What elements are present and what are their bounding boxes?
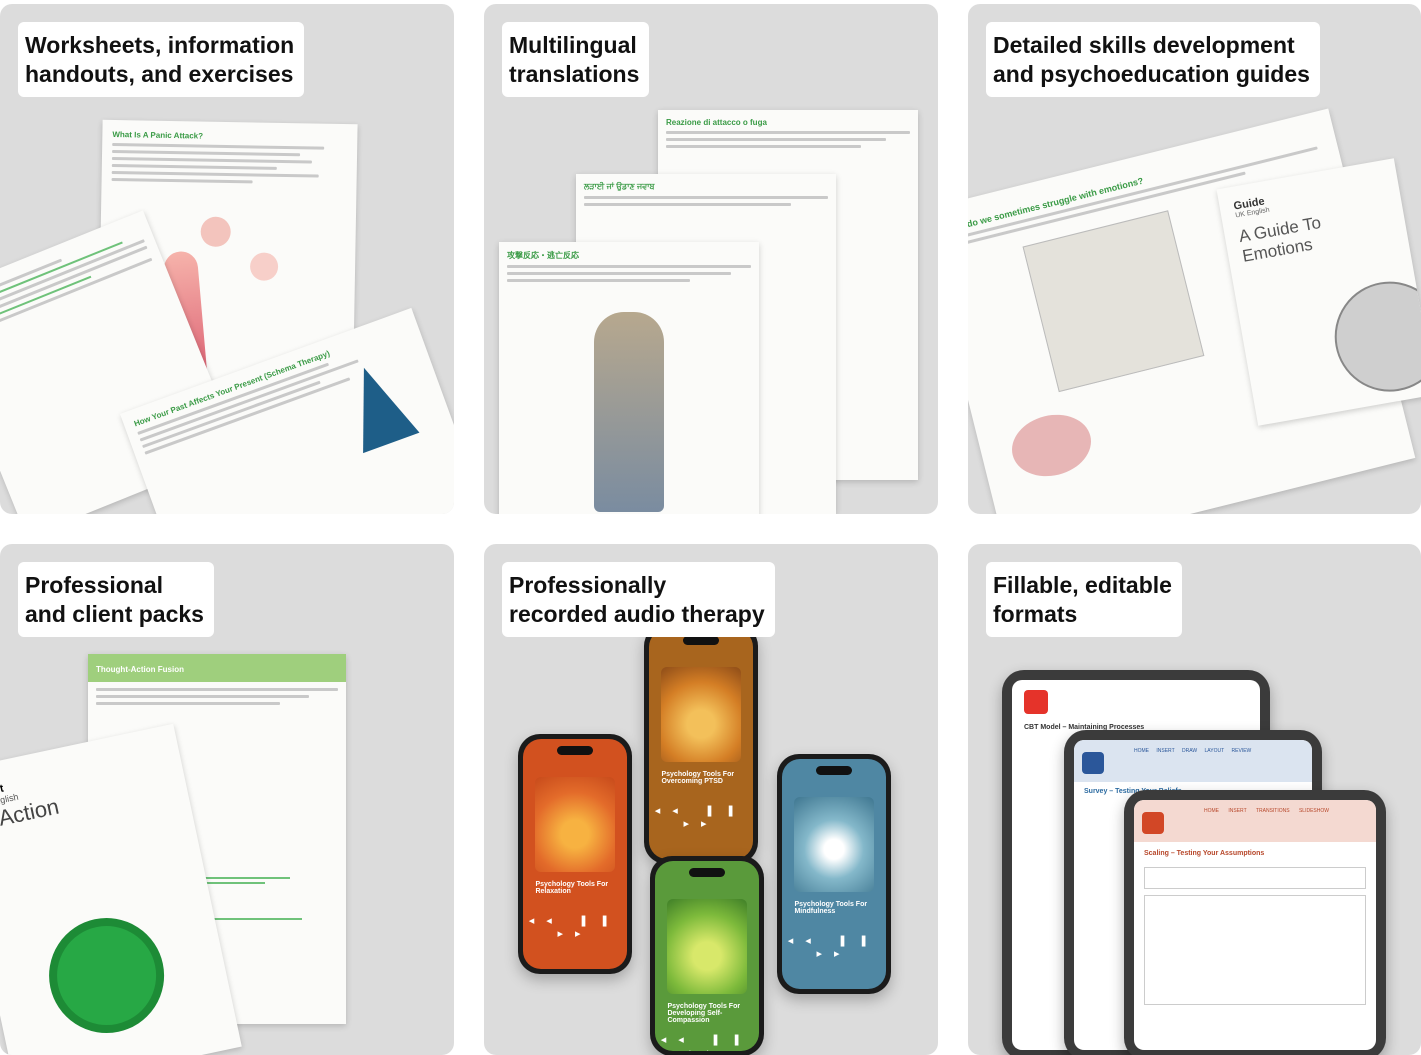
body-illustration xyxy=(594,312,664,512)
card-worksheets[interactable]: Worksheets, information handouts, and ex… xyxy=(0,4,454,514)
powerpoint-icon xyxy=(1142,812,1164,834)
ppt-tab[interactable]: HOME xyxy=(1204,808,1219,814)
phone-ptsd: Psychology Tools For Overcoming PTSD ◂◂ … xyxy=(644,624,758,864)
brain-illustration xyxy=(1005,406,1098,485)
track-title: Psychology Tools For Relaxation xyxy=(535,881,609,895)
lightbulb-gear-icon xyxy=(38,907,175,1044)
word-tab[interactable]: HOME xyxy=(1134,748,1149,754)
sheet-title: Thought-Action Fusion xyxy=(96,665,184,674)
word-toolbar: HOME INSERT DRAW LAYOUT REVIEW xyxy=(1074,740,1312,782)
sheet-title: Reazione di attacco o fuga xyxy=(666,118,767,127)
assumption-field[interactable] xyxy=(1144,867,1366,889)
card-label: Fillable, editable formats xyxy=(986,562,1182,637)
playback-controls[interactable]: ◂◂ ❚❚ ▸▸ xyxy=(649,804,753,830)
pdf-icon xyxy=(1024,690,1048,714)
sheet-title-bar: Thought-Action Fusion xyxy=(88,654,346,682)
sheet-title: 攻撃反応・逃亡反応 xyxy=(507,251,579,260)
word-tab[interactable]: DRAW xyxy=(1182,748,1197,754)
ppt-doc-title: Scaling – Testing Your Assumptions xyxy=(1144,850,1265,857)
iceberg-illustration xyxy=(335,357,420,454)
card-guides[interactable]: Detailed skills development and psychoed… xyxy=(968,4,1421,514)
ppt-tab[interactable]: INSERT xyxy=(1228,808,1246,814)
card-label: Professionally recorded audio therapy xyxy=(502,562,775,637)
card-audio[interactable]: Professionally recorded audio therapy Ps… xyxy=(484,544,938,1055)
album-art xyxy=(667,899,747,994)
word-tab[interactable]: REVIEW xyxy=(1232,748,1252,754)
word-icon xyxy=(1082,752,1104,774)
face-illustration-2 xyxy=(249,252,279,281)
japanese-sheet: 攻撃反応・逃亡反応 xyxy=(499,242,759,514)
emotion-faces-illustration xyxy=(1326,272,1421,401)
sheet-title: What Is A Panic Attack? xyxy=(112,129,204,141)
playback-controls[interactable]: ◂◂ ❚❚ ▸▸ xyxy=(782,934,886,960)
phone-self-compassion: Psychology Tools For Developing Self-Com… xyxy=(650,856,764,1055)
ppt-toolbar: HOME INSERT TRANSITIONS SLIDESHOW xyxy=(1134,800,1376,842)
ppt-tab[interactable]: SLIDESHOW xyxy=(1299,808,1329,814)
comic-illustration xyxy=(1022,210,1205,393)
album-art xyxy=(794,797,874,892)
word-tab[interactable]: INSERT xyxy=(1156,748,1174,754)
track-title: Psychology Tools For Developing Self-Com… xyxy=(667,1003,741,1024)
track-title: Psychology Tools For Overcoming PTSD xyxy=(661,771,735,785)
track-title: Psychology Tools For Mindfulness xyxy=(794,901,868,915)
face-illustration xyxy=(200,216,231,248)
card-packs[interactable]: Professional and client packs Thought-Ac… xyxy=(0,544,454,1055)
word-tab[interactable]: LAYOUT xyxy=(1205,748,1225,754)
playback-controls[interactable]: ◂◂ ❚❚ ▸▸ xyxy=(523,914,627,940)
card-translations[interactable]: Multilingual translations Reazione di at… xyxy=(484,4,938,514)
card-label: Professional and client packs xyxy=(18,562,214,637)
card-label: Multilingual translations xyxy=(502,22,650,97)
card-label: Detailed skills development and psychoed… xyxy=(986,22,1320,97)
playback-controls[interactable]: ◂◂ ❚❚ ▸▸ xyxy=(655,1033,759,1051)
card-formats[interactable]: Fillable, editable formats CBT Model – M… xyxy=(968,544,1421,1055)
phone-relaxation: Psychology Tools For Relaxation ◂◂ ❚❚ ▸▸ xyxy=(518,734,632,974)
sheet-title: ਲੜਾਈ ਜਾਂ ਉਡਾਣ ਜਵਾਬ xyxy=(584,182,655,191)
tablet-powerpoint: HOME INSERT TRANSITIONS SLIDESHOW Scalin… xyxy=(1124,790,1386,1055)
album-art xyxy=(661,667,741,762)
ppt-tab[interactable]: TRANSITIONS xyxy=(1256,808,1290,814)
phone-mindfulness: Psychology Tools For Mindfulness ◂◂ ❚❚ ▸… xyxy=(777,754,891,994)
album-art xyxy=(535,777,615,872)
card-label: Worksheets, information handouts, and ex… xyxy=(18,22,305,97)
scaling-graph[interactable] xyxy=(1144,895,1366,1005)
